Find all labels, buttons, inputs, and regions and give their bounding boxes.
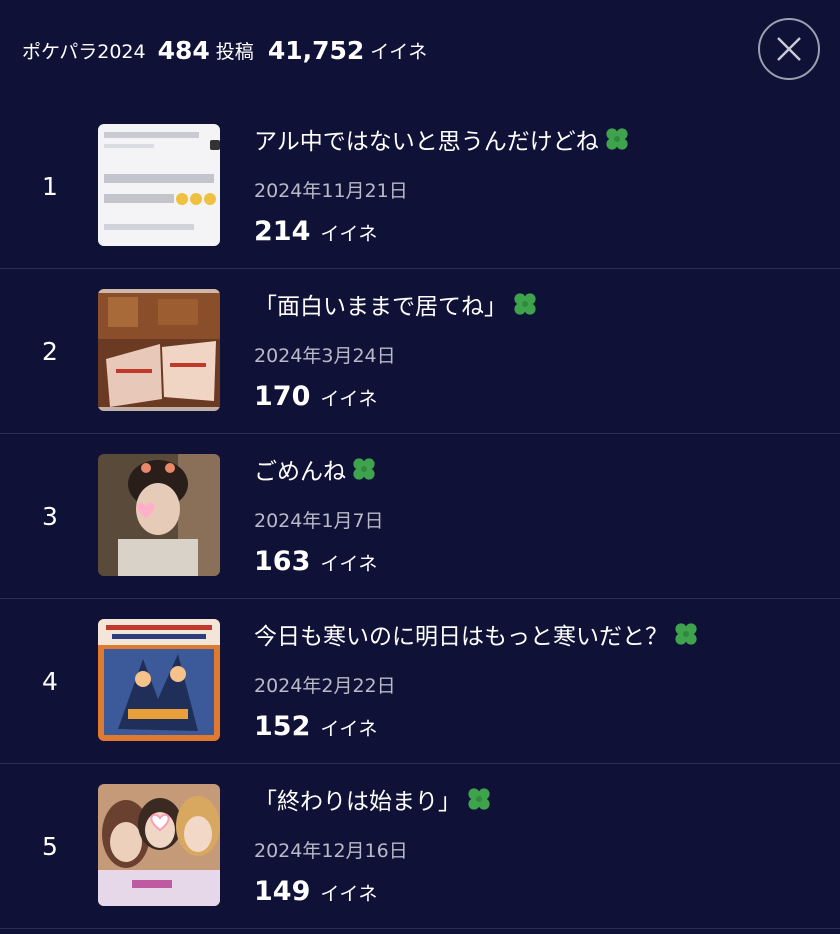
post-title[interactable]: アル中ではないと思うんだけどね xyxy=(254,122,631,156)
rank-number: 5 xyxy=(42,831,58,861)
posts-unit: 投稿 xyxy=(215,40,254,63)
post-title[interactable]: 「終わりは始まり」 xyxy=(254,782,493,816)
list-item[interactable]: 5 「終わりは始まり」 2024年12月16日 149 イイネ xyxy=(0,764,840,929)
close-button[interactable] xyxy=(758,18,820,80)
post-title[interactable]: ごめんね xyxy=(254,452,378,486)
post-title[interactable]: 「面白いままで居てね」 xyxy=(254,287,539,321)
post-date: 2024年12月16日 xyxy=(254,840,408,862)
app-label: ポケパラ2024 xyxy=(22,40,146,63)
rank-number: 3 xyxy=(42,501,58,531)
post-date: 2024年1月7日 xyxy=(254,510,384,532)
post-title-text: ごめんね xyxy=(254,459,346,485)
stats-header: ポケパラ2024 484 投稿 41,752 イイネ xyxy=(0,0,840,100)
posts-count: 484 xyxy=(157,35,210,65)
likes-unit: イイネ xyxy=(320,223,378,245)
likes-count: 149 イイネ xyxy=(254,876,377,907)
post-title-text: 今日も寒いのに明日はもっと寒いだと？ xyxy=(254,624,668,650)
likes-number: 170 xyxy=(254,381,311,412)
likes-total: 41,752 xyxy=(267,35,365,65)
ranking-list: 1 アル中ではないと思うんだけどね 2024年11月21日 214 イイネ 2 … xyxy=(0,104,840,929)
post-thumbnail[interactable] xyxy=(98,454,220,576)
clover-icon xyxy=(603,125,631,153)
clover-icon xyxy=(350,455,378,483)
likes-number: 163 xyxy=(254,546,311,577)
post-date: 2024年11月21日 xyxy=(254,180,408,202)
likes-total-unit: イイネ xyxy=(370,40,428,63)
likes-unit: イイネ xyxy=(320,388,378,410)
list-item[interactable]: 4 今日も寒いのに明日はもっと寒いだと？ 2024年2月22日 152 イイネ xyxy=(0,599,840,764)
likes-number: 152 xyxy=(254,711,311,742)
list-item[interactable]: 3 ごめんね 2024年1月7日 163 イイネ xyxy=(0,434,840,599)
likes-number: 149 xyxy=(254,876,311,907)
post-title-text: 「面白いままで居てね」 xyxy=(254,294,507,320)
likes-unit: イイネ xyxy=(320,718,378,740)
post-date: 2024年2月22日 xyxy=(254,675,396,697)
post-title[interactable]: 今日も寒いのに明日はもっと寒いだと？ xyxy=(254,617,700,651)
post-date: 2024年3月24日 xyxy=(254,345,396,367)
close-icon xyxy=(777,37,801,61)
likes-number: 214 xyxy=(254,216,311,247)
post-thumbnail[interactable] xyxy=(98,784,220,906)
post-thumbnail[interactable] xyxy=(98,619,220,741)
clover-icon xyxy=(511,290,539,318)
list-item[interactable]: 2 「面白いままで居てね」 2024年3月24日 170 イイネ xyxy=(0,269,840,434)
list-item[interactable]: 1 アル中ではないと思うんだけどね 2024年11月21日 214 イイネ xyxy=(0,104,840,269)
post-title-text: 「終わりは始まり」 xyxy=(254,789,461,815)
likes-count: 152 イイネ xyxy=(254,711,377,742)
likes-unit: イイネ xyxy=(320,883,378,905)
rank-number: 4 xyxy=(42,666,58,696)
rank-number: 2 xyxy=(42,336,58,366)
rank-number: 1 xyxy=(42,171,58,201)
post-thumbnail[interactable] xyxy=(98,289,220,411)
clover-icon xyxy=(465,785,493,813)
likes-count: 170 イイネ xyxy=(254,381,377,412)
likes-unit: イイネ xyxy=(320,553,378,575)
clover-icon xyxy=(672,620,700,648)
post-thumbnail[interactable] xyxy=(98,124,220,246)
post-title-text: アル中ではないと思うんだけどね xyxy=(254,129,599,155)
likes-count: 163 イイネ xyxy=(254,546,377,577)
likes-count: 214 イイネ xyxy=(254,216,377,247)
